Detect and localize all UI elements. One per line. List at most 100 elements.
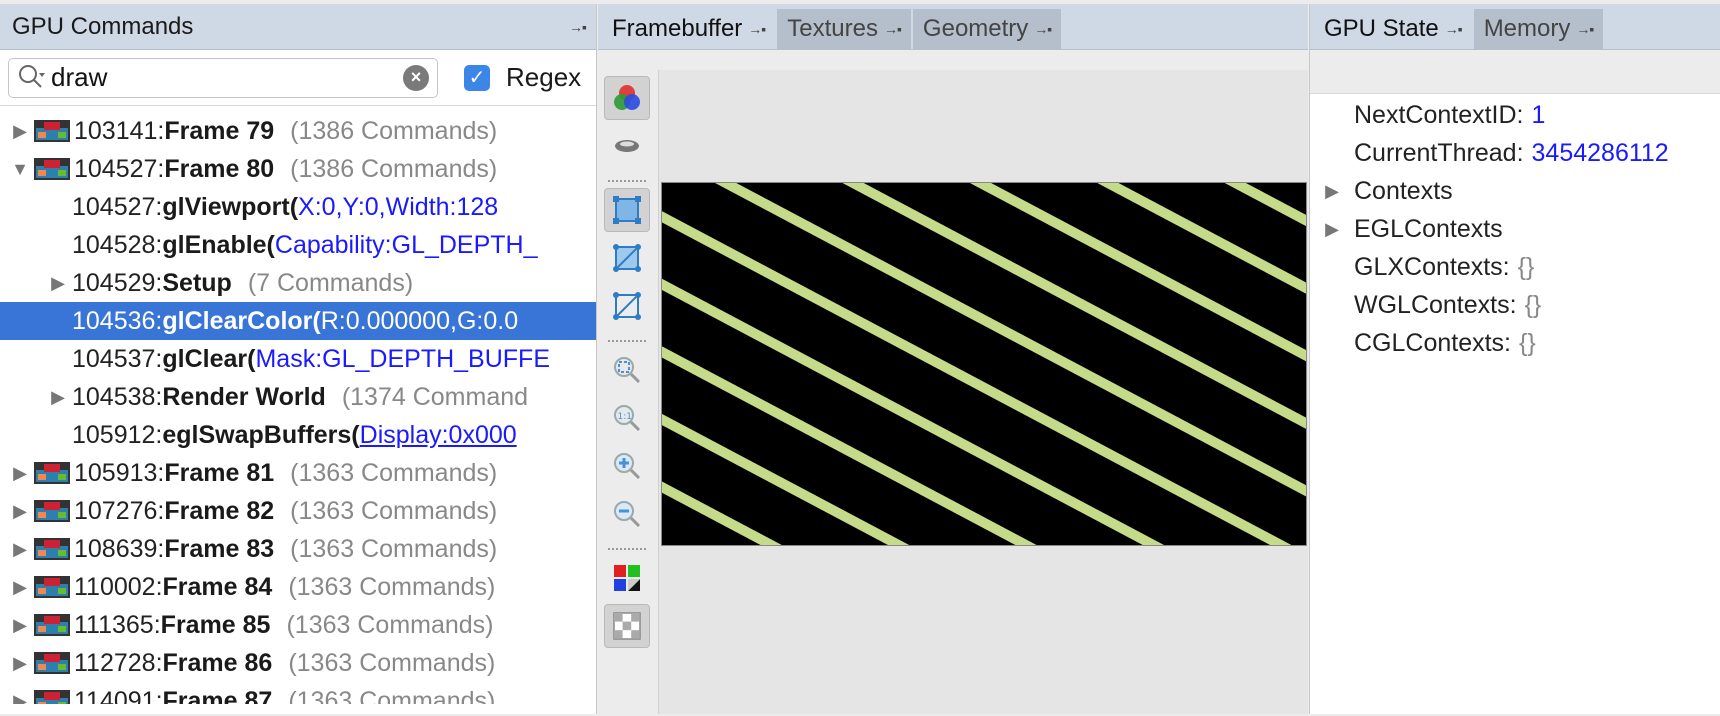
search-input[interactable] [51, 62, 403, 93]
command-row[interactable]: 104537: glClear(Mask: GL_DEPTH_BUFFE [0, 340, 596, 378]
expand-arrow-icon[interactable]: ▶ [6, 577, 34, 598]
command-row[interactable]: ▶ 105913: Frame 81 (1363 Commands) [0, 454, 596, 492]
command-id: 104537: [72, 344, 163, 373]
tab-textures[interactable]: Textures →▪ [777, 9, 911, 49]
command-row[interactable]: 104528: glEnable(Capability: GL_DEPTH_ [0, 226, 596, 264]
tab-gpu-state[interactable]: GPU State →▪ [1314, 9, 1472, 49]
pin-icon[interactable]: →▪ [569, 19, 587, 35]
command-count: (1386 Commands) [290, 116, 498, 145]
flip-alt-button[interactable] [604, 284, 650, 328]
pane-title: GPU Commands [12, 12, 194, 40]
framebuffer-canvas-area[interactable] [658, 70, 1308, 714]
color-channels-button[interactable] [604, 76, 650, 120]
tab-label: Framebuffer [612, 15, 743, 42]
expand-arrow-icon[interactable]: ▶ [6, 121, 34, 142]
command-row[interactable]: ▶ 114091: Frame 87 (1363 Commands) [0, 682, 596, 704]
expand-arrow-icon[interactable]: ▶ [6, 691, 34, 705]
command-count: (1363 Commands) [288, 686, 496, 705]
expand-arrow-icon[interactable]: ▶ [1310, 181, 1354, 202]
param-key: Capability: [274, 230, 392, 259]
expand-arrow-icon[interactable]: ▶ [44, 387, 72, 408]
command-row[interactable]: 104527: glViewport(X: 0, Y: 0, Width: 128 [0, 188, 596, 226]
tab-geometry[interactable]: Geometry →▪ [912, 9, 1062, 49]
command-row[interactable]: ▶ 104529: Setup (7 Commands) [0, 264, 596, 302]
framebuffer-image[interactable] [661, 182, 1307, 546]
command-name: eglSwapBuffers( [162, 420, 360, 449]
command-count: (1363 Commands) [290, 534, 498, 563]
command-row[interactable]: ▶ 103141: Frame 79 (1386 Commands) [0, 112, 596, 150]
flip-button[interactable] [604, 236, 650, 280]
state-value: {} [1524, 290, 1542, 319]
pin-icon[interactable]: →▪ [884, 21, 902, 37]
zoom-fit-button[interactable] [604, 348, 650, 392]
regex-checkbox[interactable]: ✓ [464, 64, 490, 91]
command-count: (1363 Commands) [288, 648, 496, 677]
toolbar-separator [608, 540, 646, 550]
command-count: (1374 Command [341, 382, 529, 411]
regex-toggle[interactable]: ✓ Regex [464, 62, 581, 93]
checkerboard-button[interactable] [604, 604, 650, 648]
command-row[interactable]: ▶ 104538: Render World (1374 Command [0, 378, 596, 416]
command-id: 103141: [74, 116, 165, 145]
tab-memory[interactable]: Memory →▪ [1473, 9, 1604, 49]
command-row[interactable]: ▶ 110002: Frame 84 (1363 Commands) [0, 568, 596, 606]
expand-arrow-icon[interactable]: ▶ [6, 463, 34, 484]
command-count: (1363 Commands) [290, 496, 498, 525]
param-key: Width: [385, 192, 457, 221]
command-row[interactable]: 105912: eglSwapBuffers(Display:0x000 [0, 416, 596, 454]
state-row[interactable]: ▶ EGLContexts [1310, 210, 1720, 248]
command-name: glEnable( [162, 230, 275, 259]
tab-framebuffer[interactable]: Framebuffer →▪ [602, 9, 776, 49]
expand-arrow-icon[interactable]: ▶ [6, 653, 34, 674]
command-name: Frame 87 [162, 686, 273, 705]
command-count: (1363 Commands) [286, 610, 494, 639]
regex-label: Regex [506, 62, 582, 92]
command-id: 105913: [74, 458, 165, 487]
tab-label: GPU State [1324, 15, 1439, 42]
state-key: CurrentThread: [1354, 138, 1524, 167]
tab-label: Geometry [922, 15, 1029, 42]
param-link[interactable]: Display:0x000 [360, 421, 517, 450]
search-icon[interactable] [17, 63, 47, 93]
pin-icon[interactable]: →▪ [748, 21, 766, 37]
state-value: 3454286112 [1531, 138, 1669, 167]
collapse-arrow-icon[interactable]: ▼ [6, 159, 34, 180]
tab-label: Textures [787, 15, 878, 42]
pin-icon[interactable]: →▪ [1034, 21, 1052, 37]
expand-arrow-icon[interactable]: ▶ [1310, 219, 1354, 240]
state-row: GLXContexts:{} [1310, 248, 1720, 286]
expand-arrow-icon[interactable]: ▶ [6, 539, 34, 560]
pin-icon[interactable]: →▪ [1576, 21, 1594, 37]
command-id: 107276: [74, 496, 165, 525]
command-row[interactable]: ▼ 104527: Frame 80 (1386 Commands) [0, 150, 596, 188]
flip-alt-icon [613, 292, 641, 320]
zoom-out-button[interactable] [604, 492, 650, 536]
state-row[interactable]: ▶ Contexts [1310, 172, 1720, 210]
expand-arrow-icon[interactable]: ▶ [6, 615, 34, 636]
command-name: Frame 81 [164, 458, 275, 487]
color-channels-icon [614, 85, 640, 110]
command-row[interactable]: ▶ 111365: Frame 85 (1363 Commands) [0, 606, 596, 644]
color-swatch-button[interactable] [604, 556, 650, 600]
frame-thumbnail-icon [34, 690, 70, 704]
zoom-in-button[interactable] [604, 444, 650, 488]
command-name: Frame 82 [164, 496, 275, 525]
command-id: 114091: [74, 686, 163, 705]
state-key: Contexts [1354, 176, 1453, 205]
depth-button[interactable] [604, 124, 650, 168]
selected-command-row[interactable]: 104536: glClearColor(R: 0.000000, G: 0.0 [0, 302, 596, 340]
command-row[interactable]: ▶ 108639: Frame 83 (1363 Commands) [0, 530, 596, 568]
command-id: 104538: [72, 382, 163, 411]
zoom-actual-icon: 1:1 [614, 405, 641, 432]
pin-icon[interactable]: →▪ [1445, 21, 1463, 37]
gpu-state-pane: GPU State →▪ Memory →▪ NextContextID: 1 Curre… [1309, 4, 1720, 714]
search-box[interactable]: × [8, 57, 438, 98]
zoom-actual-button[interactable]: 1:1 [604, 396, 650, 440]
fit-view-button[interactable] [604, 188, 650, 232]
command-row[interactable]: ▶ 112728: Frame 86 (1363 Commands) [0, 644, 596, 682]
command-row[interactable]: ▶ 107276: Frame 82 (1363 Commands) [0, 492, 596, 530]
expand-arrow-icon[interactable]: ▶ [44, 273, 72, 294]
search-row: × ✓ Regex [0, 50, 596, 106]
clear-search-icon[interactable]: × [403, 64, 429, 91]
expand-arrow-icon[interactable]: ▶ [6, 501, 34, 522]
